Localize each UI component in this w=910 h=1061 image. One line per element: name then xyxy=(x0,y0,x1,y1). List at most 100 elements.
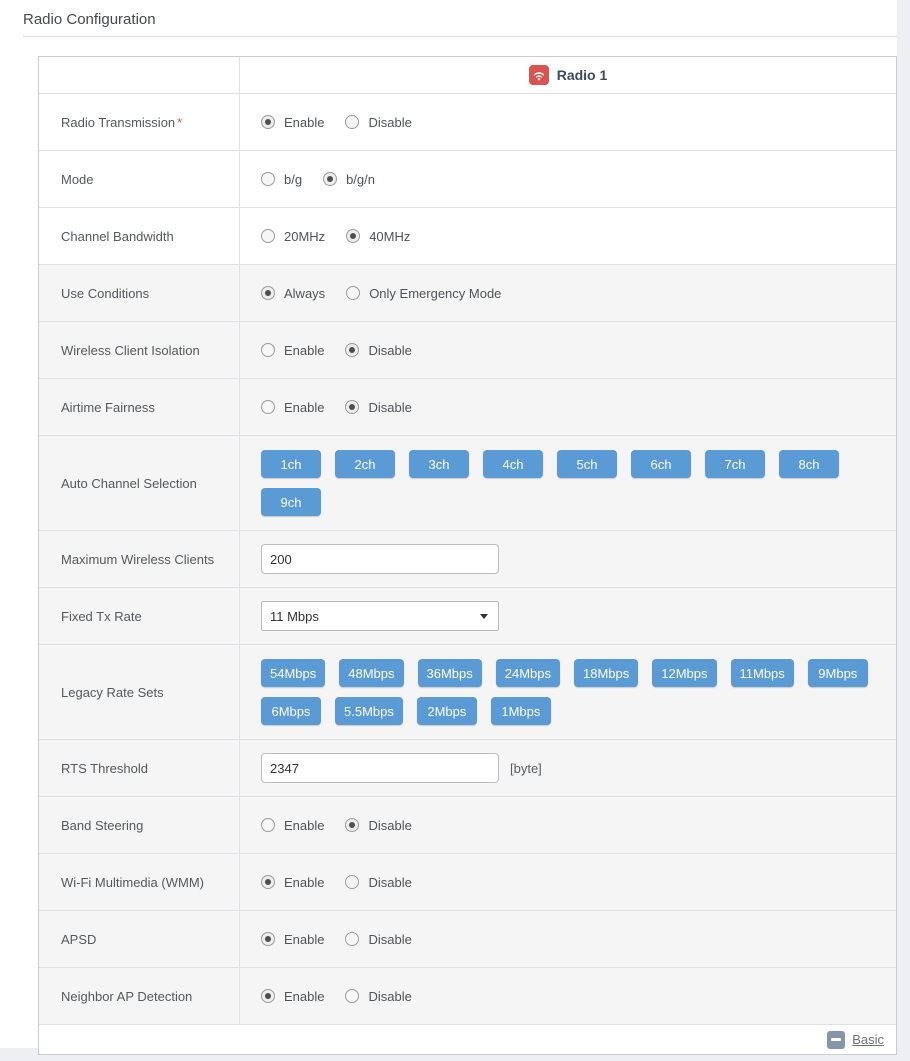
radio-button[interactable] xyxy=(345,818,359,832)
radio-button[interactable] xyxy=(345,875,359,889)
radio-button[interactable] xyxy=(261,343,275,357)
radio-button[interactable] xyxy=(346,229,360,243)
radio-transmission-option[interactable]: Disable xyxy=(345,115,411,130)
channel-bandwidth-option[interactable]: 20MHz xyxy=(261,229,325,244)
auto-channel-selection-button[interactable]: 2ch xyxy=(335,450,395,478)
wifi-multimedia-wmm-row: Wi-Fi Multimedia (WMM) Enable Disable xyxy=(39,853,896,910)
radio-button[interactable] xyxy=(345,400,359,414)
apsd-row: APSDEnableDisable xyxy=(39,910,896,967)
radio-button[interactable] xyxy=(261,115,275,129)
radio-button[interactable] xyxy=(345,115,359,129)
legacy-rate-sets-button[interactable]: 18Mbps xyxy=(574,659,638,687)
radio-configuration-table: Radio 1 Radio Transmission*EnableDisable… xyxy=(38,56,897,1055)
legacy-rate-sets-button[interactable]: 24Mbps xyxy=(496,659,560,687)
legacy-rate-sets-button[interactable]: 2Mbps xyxy=(417,697,477,725)
radio-option-label: Enable xyxy=(284,343,324,358)
band-steering-option[interactable]: Disable xyxy=(345,818,411,833)
legacy-rate-sets-button[interactable]: 9Mbps xyxy=(808,659,868,687)
maximum-wireless-clients-label: Maximum Wireless Clients xyxy=(61,552,214,567)
mode-label: Mode xyxy=(61,172,94,187)
radio-button[interactable] xyxy=(261,875,275,889)
apsd-option[interactable]: Enable xyxy=(261,932,324,947)
airtime-fairness-option[interactable]: Disable xyxy=(345,400,411,415)
airtime-fairness-option[interactable]: Enable xyxy=(261,400,324,415)
auto-channel-selection-label-cell: Auto Channel Selection xyxy=(39,436,239,530)
radio-button[interactable] xyxy=(261,400,275,414)
radio-option-label: Always xyxy=(284,286,325,301)
wireless-client-isolation-option[interactable]: Disable xyxy=(345,343,411,358)
radio-transmission-row: Radio Transmission*EnableDisable xyxy=(39,93,896,150)
wifi-multimedia-wmm-option[interactable]: Enable xyxy=(261,875,324,890)
table-header-row: Radio 1 xyxy=(39,57,896,93)
auto-channel-selection-button[interactable]: 4ch xyxy=(483,450,543,478)
radio-transmission-option[interactable]: Enable xyxy=(261,115,324,130)
maximum-wireless-clients-label-cell: Maximum Wireless Clients xyxy=(39,531,239,587)
rts-threshold-input[interactable] xyxy=(261,753,499,783)
radio-button[interactable] xyxy=(261,286,275,300)
wifi-multimedia-wmm-label-cell: Wi-Fi Multimedia (WMM) xyxy=(39,854,239,910)
wireless-client-isolation-option[interactable]: Enable xyxy=(261,343,324,358)
wireless-client-isolation-label-cell: Wireless Client Isolation xyxy=(39,322,239,378)
radio-option-label: Disable xyxy=(368,989,411,1004)
apsd-option[interactable]: Disable xyxy=(345,932,411,947)
radio-button[interactable] xyxy=(323,172,337,186)
neighbor-ap-detection-option[interactable]: Disable xyxy=(345,989,411,1004)
legacy-rate-sets-button[interactable]: 5.5Mbps xyxy=(335,697,403,725)
fixed-tx-rate-select[interactable]: 11 Mbps xyxy=(261,601,499,631)
legacy-rate-sets-button[interactable]: 1Mbps xyxy=(491,697,551,725)
legacy-rate-sets-button[interactable]: 6Mbps xyxy=(261,697,321,725)
radio-button[interactable] xyxy=(261,989,275,1003)
radio-button[interactable] xyxy=(345,932,359,946)
legacy-rate-sets-buttons: 54Mbps 48Mbps 36Mbps 24Mbps 18Mbps 12Mbps 11Mb… xyxy=(261,645,896,739)
use-conditions-option[interactable]: Always xyxy=(261,286,325,301)
wireless-client-isolation-value-cell: Enable Disable xyxy=(239,322,896,378)
wireless-client-isolation-label: Wireless Client Isolation xyxy=(61,343,200,358)
radio-option-label: Disable xyxy=(368,343,411,358)
rts-threshold-unit-label: [byte] xyxy=(510,761,542,776)
wifi-multimedia-wmm-option[interactable]: Disable xyxy=(345,875,411,890)
neighbor-ap-detection-option[interactable]: Enable xyxy=(261,989,324,1004)
channel-bandwidth-value-cell: 20MHz 40MHz xyxy=(239,208,896,264)
auto-channel-selection-button[interactable]: 9ch xyxy=(261,488,321,516)
legacy-rate-sets-button[interactable]: 48Mbps xyxy=(339,659,403,687)
mode-option[interactable]: b/g xyxy=(261,172,302,187)
selected-option-label: 11 Mbps xyxy=(270,609,319,624)
maximum-wireless-clients-input[interactable] xyxy=(261,544,499,574)
radio-option-label: 20MHz xyxy=(284,229,325,244)
band-steering-row: Band SteeringEnableDisable xyxy=(39,796,896,853)
channel-bandwidth-option[interactable]: 40MHz xyxy=(346,229,410,244)
collapse-minus-icon[interactable] xyxy=(827,1031,845,1049)
legacy-rate-sets-button[interactable]: 36Mbps xyxy=(418,659,482,687)
band-steering-value-cell: Enable Disable xyxy=(239,797,896,853)
auto-channel-selection-button[interactable]: 6ch xyxy=(631,450,691,478)
table-footer-row: Basic xyxy=(39,1024,896,1054)
radio-button[interactable] xyxy=(261,818,275,832)
legacy-rate-sets-button[interactable]: 12Mbps xyxy=(652,659,716,687)
airtime-fairness-label: Airtime Fairness xyxy=(61,400,155,415)
mode-row: Mode b/g b/g/n xyxy=(39,150,896,207)
maximum-wireless-clients-row: Maximum Wireless Clients xyxy=(39,530,896,587)
legacy-rate-sets-button[interactable]: 11Mbps xyxy=(731,659,794,687)
radio-button[interactable] xyxy=(261,172,275,186)
legacy-rate-sets-button[interactable]: 54Mbps xyxy=(261,659,325,687)
band-steering-option[interactable]: Enable xyxy=(261,818,324,833)
radio-button[interactable] xyxy=(345,989,359,1003)
auto-channel-selection-button[interactable]: 8ch xyxy=(779,450,839,478)
auto-channel-selection-button[interactable]: 7ch xyxy=(705,450,765,478)
radio-button[interactable] xyxy=(261,229,275,243)
use-conditions-option[interactable]: Only Emergency Mode xyxy=(346,286,501,301)
header-empty-cell xyxy=(39,57,239,93)
radio-transmission-value-cell: Enable Disable xyxy=(239,94,896,150)
radio-button[interactable] xyxy=(346,286,360,300)
legacy-rate-sets-label-cell: Legacy Rate Sets xyxy=(39,645,239,739)
radio-button[interactable] xyxy=(345,343,359,357)
basic-toggle-link[interactable]: Basic xyxy=(852,1032,884,1047)
mode-option[interactable]: b/g/n xyxy=(323,172,375,187)
radio-button[interactable] xyxy=(261,932,275,946)
auto-channel-selection-button[interactable]: 3ch xyxy=(409,450,469,478)
radio-option-label: Enable xyxy=(284,818,324,833)
auto-channel-selection-button[interactable]: 1ch xyxy=(261,450,321,478)
radio1-column-header: Radio 1 xyxy=(239,57,896,93)
auto-channel-selection-button[interactable]: 5ch xyxy=(557,450,617,478)
neighbor-ap-detection-row: Neighbor AP DetectionEnableDisable xyxy=(39,967,896,1024)
